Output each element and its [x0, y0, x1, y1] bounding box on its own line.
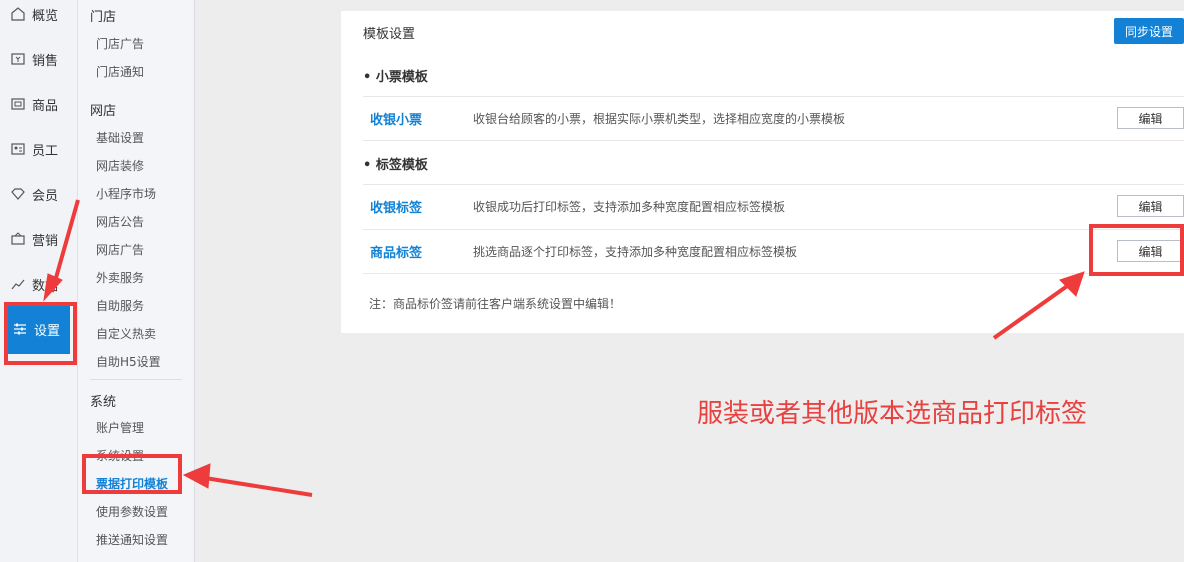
primary-nav: 概览 销售 商品 员工 会员 营销 数据 设置: [0, 0, 78, 562]
settings-icon: [12, 321, 28, 337]
row-divider: [363, 96, 1184, 97]
home-icon: [10, 6, 26, 22]
edit-cashier-label-button[interactable]: 编辑: [1117, 195, 1184, 217]
snav-store-ad[interactable]: 门店广告: [96, 35, 144, 52]
annotation-text: 服装或者其他版本选商品打印标签: [697, 399, 1088, 429]
nav-settings[interactable]: 设置: [6, 304, 70, 354]
nav-sales[interactable]: 销售: [0, 37, 78, 81]
nav-settings-label: 设置: [34, 323, 61, 339]
nav-marketing-label: 营销: [32, 233, 59, 249]
marketing-icon: [10, 231, 26, 247]
nav-goods-label: 商品: [32, 98, 59, 114]
snav-print-template[interactable]: 票据打印模板: [96, 475, 168, 492]
snav-account-management[interactable]: 账户管理: [96, 419, 144, 436]
arrow-to-print-template: [182, 463, 313, 497]
goods-label-name[interactable]: 商品标签: [370, 242, 422, 261]
panel-title: 模板设置: [363, 27, 416, 42]
nav-staff-label: 员工: [32, 143, 59, 159]
cashier-label-name[interactable]: 收银标签: [370, 197, 422, 216]
group-online-title: 网店: [90, 104, 117, 119]
nav-sales-label: 销售: [32, 53, 59, 69]
snav-usage-params[interactable]: 使用参数设置: [96, 503, 168, 520]
note-text: 注：商品标价签请前往客户端系统设置中编辑！: [369, 297, 622, 311]
snav-store-notice[interactable]: 门店通知: [96, 63, 144, 80]
group-store-title: 门店: [90, 10, 117, 25]
nav-staff[interactable]: 员工: [0, 127, 78, 171]
nav-member[interactable]: 会员: [0, 172, 78, 216]
snav-custom-hot[interactable]: 自定义热卖: [96, 325, 156, 342]
snav-online-notice[interactable]: 网店公告: [96, 213, 144, 230]
sales-icon: [10, 51, 26, 67]
row-divider: [363, 273, 1184, 274]
nav-goods[interactable]: 商品: [0, 82, 78, 126]
secondary-nav: 门店 门店广告 门店通知 网店 基础设置 网店装修 小程序市场 网店公告 网店广…: [78, 0, 195, 562]
snav-store-decoration[interactable]: 网店装修: [96, 157, 144, 174]
row-divider: [363, 140, 1184, 141]
snav-push-notify[interactable]: 推送通知设置: [96, 531, 168, 548]
sync-settings-button[interactable]: 同步设置: [1114, 18, 1184, 44]
member-icon: [10, 186, 26, 202]
snav-self-h5[interactable]: 自助H5设置: [96, 353, 161, 370]
staff-icon: [10, 141, 26, 157]
snav-online-ad[interactable]: 网店广告: [96, 241, 144, 258]
nav-marketing[interactable]: 营销: [0, 217, 78, 261]
nav-data-label: 数据: [32, 278, 59, 294]
nav-data[interactable]: 数据: [0, 262, 78, 306]
label-section-title: • 标签模板: [363, 158, 428, 173]
nav-overview[interactable]: 概览: [0, 0, 78, 36]
chart-icon: [10, 276, 26, 292]
receipt-section-title: • 小票模板: [363, 70, 428, 85]
cashier-label-desc: 收银成功后打印标签，支持添加多种宽度配置相应标签模板: [473, 200, 786, 214]
row-divider: [363, 184, 1184, 185]
goods-icon: [10, 96, 26, 112]
goods-label-desc: 挑选商品逐个打印标签，支持添加多种宽度配置相应标签模板: [473, 245, 798, 259]
snav-self-service[interactable]: 自助服务: [96, 297, 144, 314]
snav-divider: [90, 379, 182, 380]
snav-mini-program-market[interactable]: 小程序市场: [96, 185, 156, 202]
group-system-title: 系统: [90, 395, 117, 410]
row-divider: [363, 229, 1184, 230]
edit-goods-label-button[interactable]: 编辑: [1117, 240, 1184, 262]
nav-overview-label: 概览: [32, 8, 59, 24]
snav-system-settings[interactable]: 系统设置: [96, 447, 144, 464]
snav-basic-settings[interactable]: 基础设置: [96, 129, 144, 146]
edit-receipt-button[interactable]: 编辑: [1117, 107, 1184, 129]
receipt-template-name[interactable]: 收银小票: [370, 109, 422, 128]
template-settings-panel: 模板设置 同步设置 • 小票模板 收银小票 收银台给顾客的小票，根据实际小票机类…: [341, 11, 1184, 333]
snav-takeout-service[interactable]: 外卖服务: [96, 269, 144, 286]
receipt-template-desc: 收银台给顾客的小票，根据实际小票机类型，选择相应宽度的小票模板: [473, 112, 846, 126]
nav-member-label: 会员: [32, 188, 59, 204]
